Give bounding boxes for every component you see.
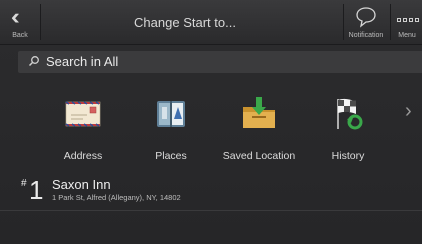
back-label: Back [12, 32, 28, 39]
rank-number: 1 [29, 175, 44, 205]
menu-button[interactable]: Menu [392, 0, 422, 44]
search-icon [28, 56, 39, 67]
divider [0, 210, 422, 211]
change-start-screen: ‹‹ Back Change Start to... Notification … [0, 0, 422, 244]
menu-label: Menu [398, 32, 416, 39]
result-address: 1 Park St, Alfred (Allegany), NY, 14802 [52, 193, 181, 202]
speech-bubble-icon [356, 7, 376, 28]
category-saved-location[interactable]: Saved Location [219, 95, 299, 167]
back-button[interactable]: ‹‹ Back [0, 0, 40, 44]
category-label: History [331, 150, 365, 162]
notification-label: Notification [348, 32, 384, 39]
list-item[interactable]: # 1 Saxon Inn 1 Park St, Alfred (Allegan… [0, 172, 422, 212]
page-title: Change Start to... [134, 15, 236, 30]
chevron-right-icon[interactable]: › [405, 100, 412, 123]
rank-hash: # [21, 178, 27, 189]
map-book-icon [157, 101, 185, 127]
header-divider [40, 4, 41, 40]
envelope-icon [65, 101, 101, 127]
search-field[interactable]: Search in All [18, 51, 422, 73]
double-chevron-left-icon: ‹‹ [11, 4, 19, 29]
folder-download-icon [243, 97, 275, 128]
category-places[interactable]: Places [131, 95, 211, 167]
category-label: Saved Location [222, 150, 296, 162]
search-text: Search in All [46, 54, 119, 69]
header-bar: ‹‹ Back Change Start to... Notification … [0, 0, 422, 45]
checkered-flag-history-icon [337, 98, 363, 130]
header-divider [390, 4, 391, 40]
category-label: Address [63, 150, 103, 162]
result-name: Saxon Inn [52, 177, 111, 192]
notification-button[interactable]: Notification [343, 0, 389, 44]
category-address[interactable]: Address [43, 95, 123, 167]
category-history[interactable]: History [308, 95, 388, 167]
category-label: Places [155, 150, 187, 162]
